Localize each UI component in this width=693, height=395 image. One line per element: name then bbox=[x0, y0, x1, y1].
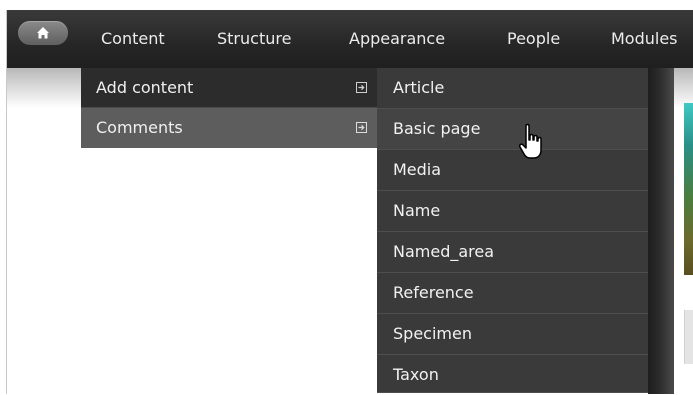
home-icon bbox=[37, 27, 49, 39]
background-image-strip bbox=[684, 103, 693, 275]
menu-item-label: Comments bbox=[96, 118, 183, 137]
arrow-right-box-icon bbox=[356, 122, 367, 133]
flyout-item-reference[interactable]: Reference bbox=[377, 273, 648, 314]
home-button[interactable] bbox=[18, 21, 68, 45]
content-dropdown-menu: Add content Comments bbox=[81, 68, 377, 148]
flyout-shadow bbox=[648, 68, 674, 394]
nav-item-appearance[interactable]: Appearance bbox=[349, 29, 445, 49]
flyout-item-media[interactable]: Media bbox=[377, 150, 648, 191]
background-panel bbox=[684, 310, 693, 364]
nav-item-people[interactable]: People bbox=[507, 29, 560, 49]
menu-item-add-content[interactable]: Add content bbox=[81, 68, 377, 108]
page-top-strip bbox=[0, 0, 693, 10]
flyout-item-name[interactable]: Name bbox=[377, 191, 648, 232]
hand-pointer-icon bbox=[519, 123, 542, 159]
nav-item-structure[interactable]: Structure bbox=[217, 29, 291, 49]
arrow-right-box-icon bbox=[356, 82, 367, 93]
flyout-item-basic-page[interactable]: Basic page bbox=[377, 109, 648, 150]
flyout-item-specimen[interactable]: Specimen bbox=[377, 314, 648, 355]
menu-item-label: Add content bbox=[96, 78, 194, 97]
menu-item-comments[interactable]: Comments bbox=[81, 108, 377, 148]
add-content-flyout-menu: Article Basic page Media Name Named_area… bbox=[377, 68, 648, 393]
flyout-item-article[interactable]: Article bbox=[377, 68, 648, 109]
flyout-item-named-area[interactable]: Named_area bbox=[377, 232, 648, 273]
nav-item-modules[interactable]: Modules bbox=[611, 29, 678, 49]
flyout-item-taxon[interactable]: Taxon bbox=[377, 355, 648, 393]
nav-item-content[interactable]: Content bbox=[101, 29, 165, 49]
